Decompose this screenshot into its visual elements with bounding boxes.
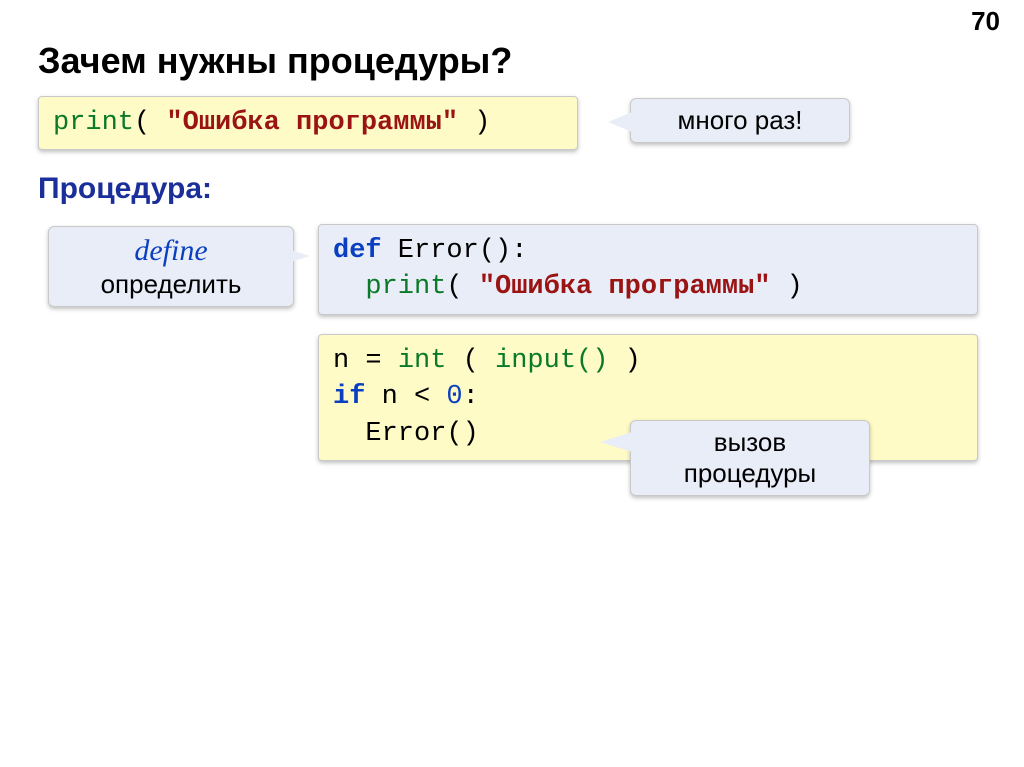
callout-define-translation: определить xyxy=(63,269,279,300)
token-indent xyxy=(333,272,365,302)
token-string: "Ошибка программы" xyxy=(479,272,771,302)
token-code: ( xyxy=(446,346,495,376)
code-block-1: print( "Ошибка программы" ) xyxy=(38,96,578,150)
token-code: n < xyxy=(365,382,446,412)
token-keyword: if xyxy=(333,382,365,412)
token-builtin: input() xyxy=(495,346,608,376)
token-string: "Ошибка программы" xyxy=(166,108,458,138)
callout-tail xyxy=(278,246,310,266)
callout-text: много раз! xyxy=(677,105,802,135)
token-code: : xyxy=(463,382,479,412)
callout-define: define определить xyxy=(48,226,294,307)
token-code: Error(): xyxy=(382,236,528,266)
section-heading: Процедура: xyxy=(38,172,212,206)
callout-tail xyxy=(608,112,632,132)
token-builtin: int xyxy=(398,346,447,376)
token-keyword: def xyxy=(333,236,382,266)
callout-tail xyxy=(600,432,632,452)
callout-procedure-call: вызов процедуры xyxy=(630,420,870,496)
token-number: 0 xyxy=(446,382,462,412)
callout-many-times: много раз! xyxy=(630,98,850,143)
token-code: n = xyxy=(333,346,398,376)
token-paren: ( xyxy=(134,108,166,138)
callout-call-line1: вызов xyxy=(645,427,855,458)
token-print: print xyxy=(365,272,446,302)
page-number: 70 xyxy=(971,6,1000,37)
token-code: ) xyxy=(608,346,640,376)
code-block-def: def Error(): print( "Ошибка программы" ) xyxy=(318,224,978,315)
token-paren: ) xyxy=(458,108,490,138)
callout-define-word: define xyxy=(63,233,279,269)
token-code: Error() xyxy=(333,419,479,449)
slide-title: Зачем нужны процедуры? xyxy=(38,40,512,82)
callout-call-line2: процедуры xyxy=(645,458,855,489)
token-paren: ) xyxy=(770,272,802,302)
token-paren: ( xyxy=(446,272,478,302)
token-print: print xyxy=(53,108,134,138)
